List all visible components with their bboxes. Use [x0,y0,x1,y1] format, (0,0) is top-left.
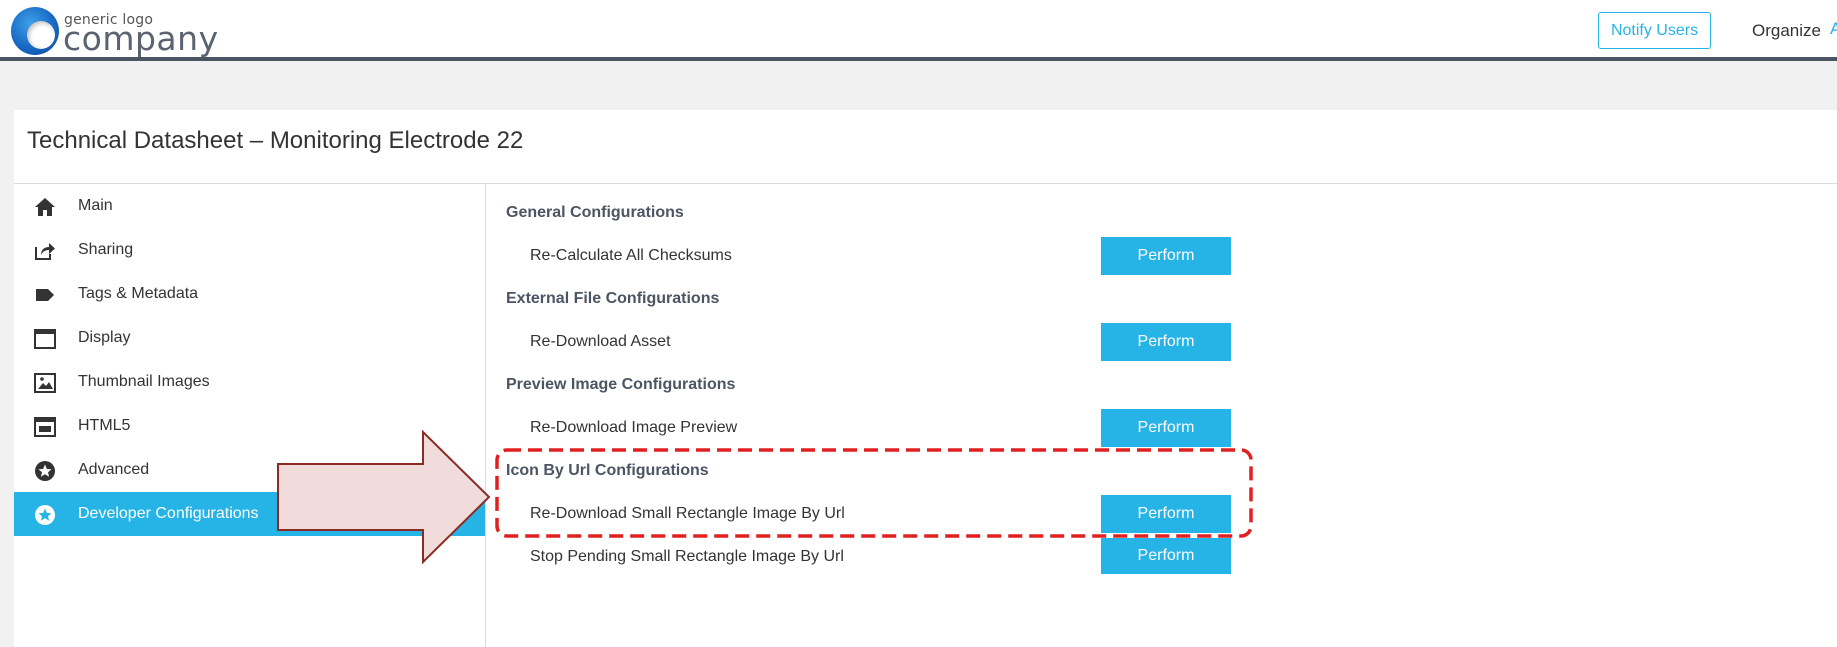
sidebar-item-label: Sharing [78,241,134,258]
sidebar-item-label: HTML5 [78,417,131,434]
logo-wordmark: company [63,19,219,58]
row-label-redownload-asset: Re-Download Asset [530,333,671,350]
notify-users-button[interactable]: Notify Users [1598,12,1711,49]
perform-redownload-asset-button[interactable]: Perform [1101,323,1231,361]
perform-recalculate-checksums-button[interactable]: Perform [1101,237,1231,275]
sidebar-item-tags-metadata[interactable]: Tags & Metadata [14,272,485,316]
sidebar-item-label: Developer Configurations [78,505,259,522]
sidebar-item-label: Advanced [78,461,150,478]
logo-mark-icon [11,7,59,55]
row-label-redownload-small-rectangle: Re-Download Small Rectangle Image By Url [530,505,845,522]
row-label-recalculate-checksums: Re-Calculate All Checksums [530,247,732,264]
tag-icon [34,284,56,306]
section-title-external-file: External File Configurations [506,290,720,307]
section-title-preview-image: Preview Image Configurations [506,376,736,393]
sidebar-item-html5[interactable]: HTML5 [14,404,485,448]
star-circle-icon [34,504,56,526]
company-logo[interactable]: generic logo company [11,5,251,58]
page-title: Technical Datasheet – Monitoring Electro… [27,127,524,154]
sidebar-item-label: Thumbnail Images [78,373,210,390]
section-title-general: General Configurations [506,204,684,221]
nav-truncated-link[interactable]: A [1830,19,1837,39]
nav-organize-link[interactable]: Organize [1752,21,1821,41]
sidebar-item-label: Main [78,197,113,214]
home-icon [34,196,56,218]
sidebar-item-main[interactable]: Main [14,184,485,228]
row-label-redownload-image-preview: Re-Download Image Preview [530,419,738,436]
sidebar-item-display[interactable]: Display [14,316,485,360]
window-icon [34,328,56,350]
top-header: generic logo company Notify Users Organi… [0,0,1837,61]
section-title-icon-by-url: Icon By Url Configurations [506,462,709,479]
perform-redownload-small-rectangle-button[interactable]: Perform [1101,495,1231,533]
sidebar-item-label: Tags & Metadata [78,285,199,302]
share-icon [34,240,56,262]
sidebar-item-label: Display [78,329,131,346]
main-panel: Technical Datasheet – Monitoring Electro… [14,110,1837,647]
perform-redownload-image-preview-button[interactable]: Perform [1101,409,1231,447]
image-icon [34,372,56,394]
sidebar-item-developer-configurations[interactable]: Developer Configurations [14,492,485,536]
perform-stop-pending-small-rectangle-button[interactable]: Perform [1101,538,1231,574]
sidebar-item-sharing[interactable]: Sharing [14,228,485,272]
sidebar-item-thumbnail-images[interactable]: Thumbnail Images [14,360,485,404]
row-label-stop-pending-small-rectangle: Stop Pending Small Rectangle Image By Ur… [530,548,844,565]
sidebar-item-advanced[interactable]: Advanced [14,448,485,492]
sidebar-nav: Main Sharing Tags & Metadata Display Thu… [14,184,486,647]
star-circle-icon [34,460,56,482]
html5-icon [34,416,56,438]
